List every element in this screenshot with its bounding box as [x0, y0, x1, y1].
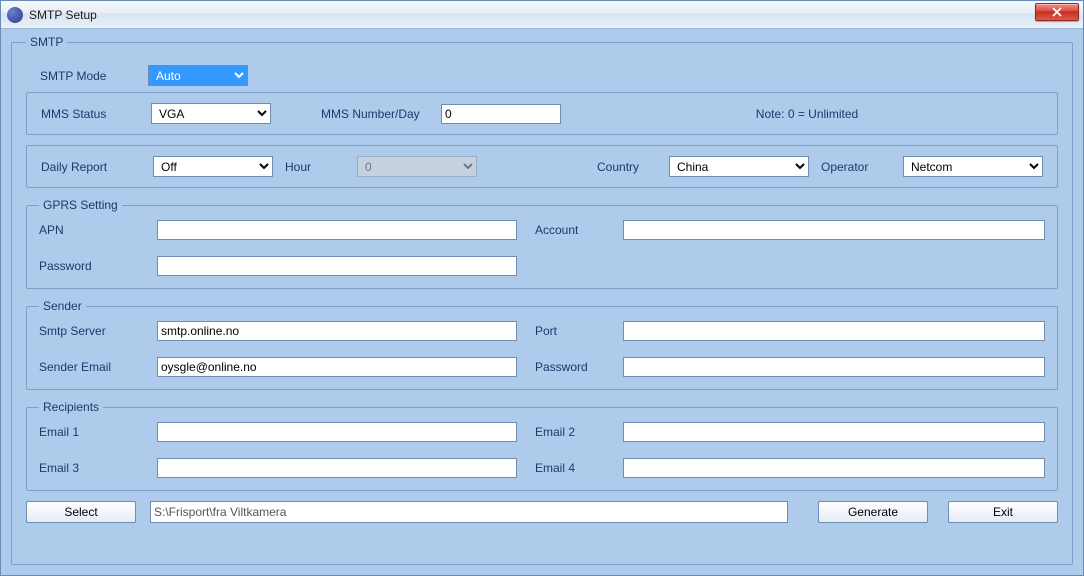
- gprs-account-input: [623, 220, 1045, 240]
- country-label: Country: [597, 160, 657, 174]
- email3-input[interactable]: [157, 458, 517, 478]
- hour-label: Hour: [285, 160, 345, 174]
- mms-status-select[interactable]: VGA: [151, 103, 271, 124]
- apn-label: APN: [39, 223, 139, 237]
- email2-label: Email 2: [535, 425, 605, 439]
- email4-label: Email 4: [535, 461, 605, 475]
- gprs-account-label: Account: [535, 223, 605, 237]
- email1-input[interactable]: [157, 422, 517, 442]
- smtp-mode-select[interactable]: Auto: [148, 65, 248, 86]
- apn-input: [157, 220, 517, 240]
- exit-button[interactable]: Exit: [948, 501, 1058, 523]
- mms-status-label: MMS Status: [41, 107, 141, 121]
- email1-label: Email 1: [39, 425, 139, 439]
- smtp-mode-label: SMTP Mode: [40, 69, 140, 83]
- daily-report-label: Daily Report: [41, 160, 141, 174]
- smtp-server-label: Smtp Server: [39, 324, 139, 338]
- daily-report-select[interactable]: Off: [153, 156, 273, 177]
- client-area: SMTP SMTP Mode Auto MMS Status VGA MMS N…: [1, 29, 1083, 575]
- gprs-group: GPRS Setting APN Account Password: [26, 198, 1058, 289]
- email3-label: Email 3: [39, 461, 139, 475]
- gprs-password-input: [157, 256, 517, 276]
- select-button[interactable]: Select: [26, 501, 136, 523]
- window: SMTP Setup SMTP SMTP Mode Auto MMS Statu…: [0, 0, 1084, 576]
- smtp-server-input[interactable]: [157, 321, 517, 341]
- window-title: SMTP Setup: [29, 8, 97, 22]
- daily-box: Daily Report Off Hour 0 Country China Op…: [26, 145, 1058, 188]
- recipients-legend: Recipients: [39, 400, 103, 414]
- sender-email-input[interactable]: [157, 357, 517, 377]
- mms-numday-input[interactable]: [441, 104, 561, 124]
- titlebar: SMTP Setup: [1, 1, 1083, 29]
- close-button[interactable]: [1035, 3, 1079, 21]
- email2-input[interactable]: [623, 422, 1045, 442]
- email4-input[interactable]: [623, 458, 1045, 478]
- smtp-group: SMTP SMTP Mode Auto MMS Status VGA MMS N…: [11, 35, 1073, 565]
- country-select[interactable]: China: [669, 156, 809, 177]
- sender-group: Sender Smtp Server Port Sender Email Pas…: [26, 299, 1058, 390]
- port-label: Port: [535, 324, 605, 338]
- sender-legend: Sender: [39, 299, 86, 313]
- port-input: [623, 321, 1045, 341]
- operator-label: Operator: [821, 160, 891, 174]
- sender-password-label: Password: [535, 360, 605, 374]
- mms-note: Note: 0 = Unlimited: [571, 107, 1043, 121]
- mms-numday-label: MMS Number/Day: [321, 107, 431, 121]
- gprs-legend: GPRS Setting: [39, 198, 122, 212]
- path-input: [150, 501, 788, 523]
- app-icon: [7, 7, 23, 23]
- gprs-password-label: Password: [39, 259, 139, 273]
- generate-button[interactable]: Generate: [818, 501, 928, 523]
- operator-select[interactable]: Netcom: [903, 156, 1043, 177]
- mms-box: MMS Status VGA MMS Number/Day Note: 0 = …: [26, 92, 1058, 135]
- smtp-legend: SMTP: [26, 35, 67, 49]
- sender-email-label: Sender Email: [39, 360, 139, 374]
- sender-password-input[interactable]: [623, 357, 1045, 377]
- close-icon: [1052, 7, 1062, 17]
- recipients-group: Recipients Email 1 Email 2 Email 3 Email…: [26, 400, 1058, 491]
- hour-select: 0: [357, 156, 477, 177]
